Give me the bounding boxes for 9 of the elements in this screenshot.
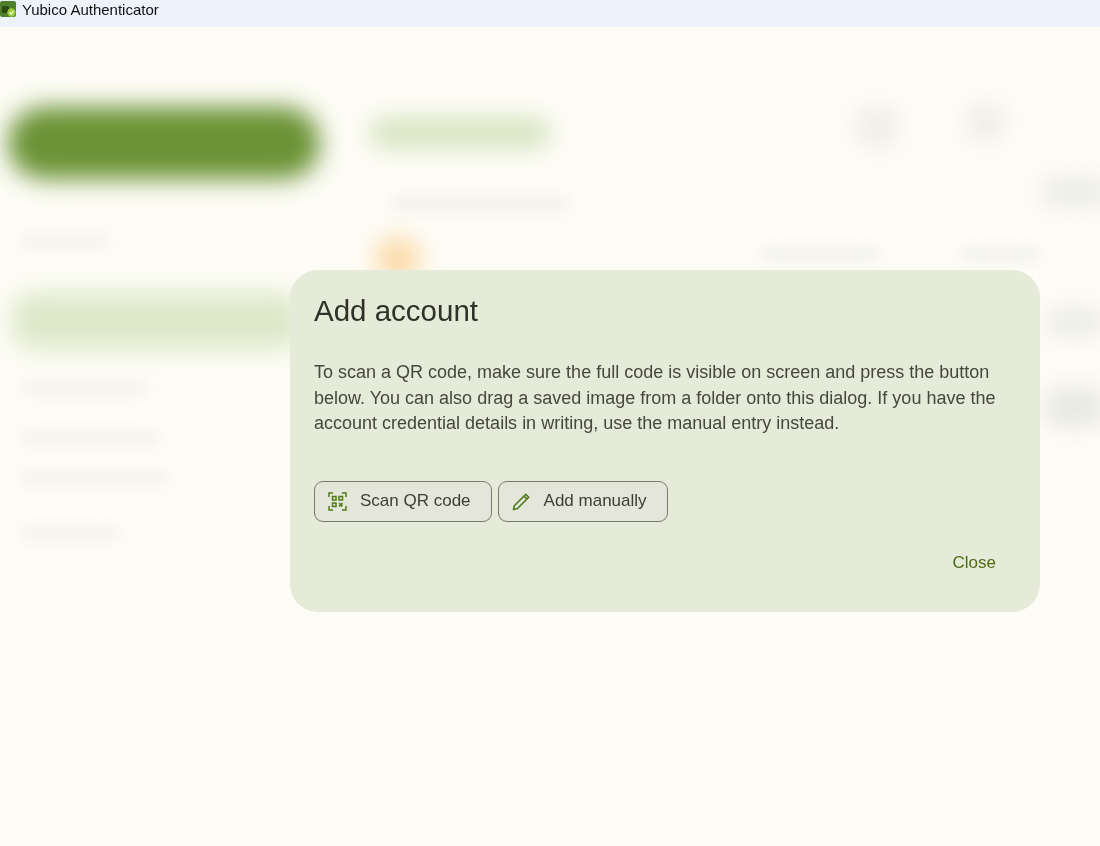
add-manually-button[interactable]: Add manually xyxy=(497,480,668,522)
dialog-title: Add account xyxy=(314,294,479,328)
scan-qr-button[interactable]: Scan QR code xyxy=(314,480,492,522)
pencil-icon xyxy=(511,491,531,511)
app-logo-icon xyxy=(0,1,16,17)
window-title: Yubico Authenticator xyxy=(22,1,159,18)
qr-scan-icon xyxy=(328,491,347,511)
dialog-message: To scan a QR code, make sure the full code is visible on screen and press the button below. You can also drag a saved image from a folder onto this dialog. If you have the account credential details in writing, use the manual entry instead. xyxy=(314,361,997,435)
close-button[interactable]: Close xyxy=(932,542,1016,583)
